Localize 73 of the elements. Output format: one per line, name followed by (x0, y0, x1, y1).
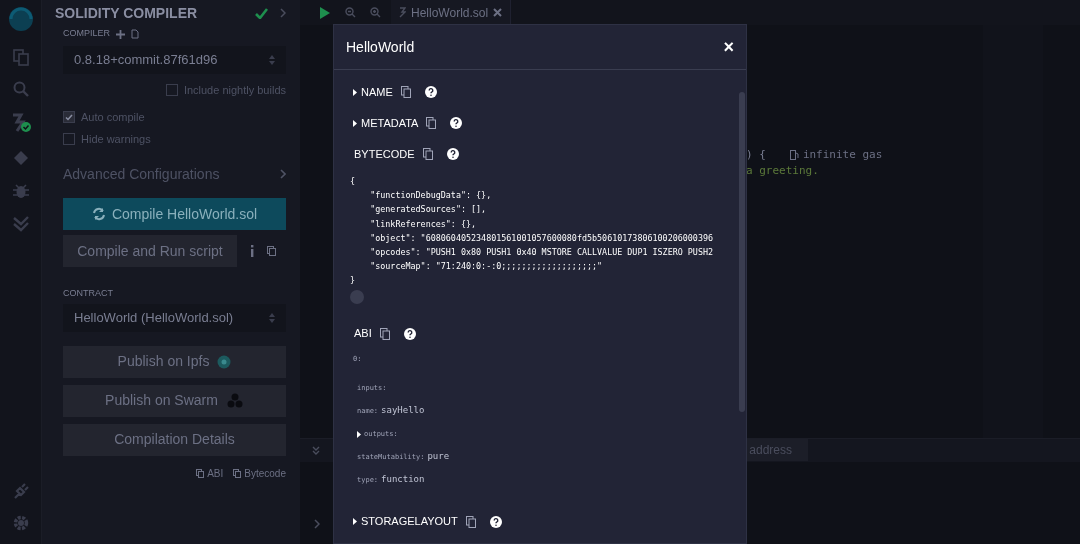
advanced-configurations-toggle[interactable]: Advanced Configurations (63, 163, 280, 185)
copy-icon (233, 468, 242, 478)
plus-icon[interactable] (116, 29, 125, 39)
bug-icon[interactable] (11, 182, 30, 200)
copy-link[interactable]: Bytecode (233, 465, 286, 481)
resize-handle[interactable] (350, 289, 364, 304)
checkbox[interactable] (165, 84, 178, 96)
double-check-icon[interactable] (11, 214, 30, 232)
compile-button[interactable]: Compile HelloWorld.sol (63, 198, 286, 230)
play-icon[interactable] (320, 6, 330, 19)
sort-arrows-icon (269, 312, 275, 323)
help-icon[interactable] (446, 148, 459, 160)
help-icon[interactable] (403, 327, 416, 340)
compiler-version-select[interactable]: 0.8.18+commit.87f61d96 (63, 46, 286, 74)
copy-link[interactable]: ABI (196, 465, 224, 481)
section-header[interactable]: ABI (350, 325, 730, 342)
chevron-right-icon[interactable] (280, 8, 286, 18)
zoom-in-icon[interactable] (370, 7, 381, 18)
caret-right-icon (353, 119, 357, 127)
contract-label: CONTRACT (63, 287, 114, 300)
double-chevron-down-icon[interactable] (312, 446, 320, 455)
help-icon[interactable] (424, 86, 437, 98)
copy-icon[interactable] (379, 327, 390, 340)
checkbox-label: Hide warnings (81, 131, 151, 147)
panel-title: SOLIDITY COMPILER (55, 3, 199, 23)
refresh-icon (91, 207, 106, 221)
scrollbar[interactable] (739, 92, 745, 412)
checkbox-label: Include nightly builds (183, 82, 286, 98)
section-header[interactable]: STORAGELAYOUT (350, 513, 730, 530)
section-header[interactable]: BYTECODE (350, 146, 730, 162)
action-button[interactable]: Publish on Ipfs (63, 345, 286, 378)
zoom-out-icon[interactable] (345, 7, 356, 18)
dialog-title: HelloWorld (346, 37, 416, 57)
gas-pump-icon (789, 150, 799, 161)
chevron-right-icon[interactable] (280, 169, 286, 179)
close-button[interactable]: × (723, 38, 734, 56)
copy-icon[interactable] (422, 148, 433, 160)
tree-value: sayHello (381, 404, 425, 418)
caret-right-icon[interactable] (357, 430, 361, 438)
checkbox-label: Auto compile (81, 109, 145, 125)
caret-right-icon (353, 88, 357, 96)
contract-select[interactable]: HelloWorld (HelloWorld.sol) (63, 303, 286, 332)
files-icon[interactable] (11, 48, 30, 66)
code-comment: a greeting. (746, 164, 819, 177)
gas-estimate: infinite gas (802, 147, 883, 163)
search-icon[interactable] (11, 80, 30, 98)
info-icon[interactable] (249, 245, 255, 257)
sort-arrows-icon (269, 55, 275, 65)
copy-icon[interactable] (465, 515, 476, 528)
tree-value: function (381, 473, 425, 487)
copy-icon[interactable] (267, 246, 276, 256)
checkbox[interactable] (63, 133, 75, 145)
compiler-label: COMPILER (63, 27, 110, 41)
caret-right-icon (353, 518, 357, 526)
checkbox[interactable] (63, 111, 75, 123)
check-icon (255, 7, 268, 19)
section-header[interactable]: METADATA (350, 115, 730, 131)
compile-and-run-button[interactable]: Compile and Run script (63, 235, 237, 267)
help-icon[interactable] (489, 515, 502, 528)
action-button[interactable]: Publish on Swarm (63, 384, 286, 417)
chevron-right-icon[interactable] (314, 519, 320, 529)
copy-icon (196, 468, 205, 478)
tree-value: pure (427, 450, 450, 464)
settings-icon[interactable] (11, 514, 30, 532)
help-icon[interactable] (450, 117, 463, 129)
bytecode-json: { "functionDebugData": {}, "generatedSources": [], "linkReferences": {}, "object": "608060405234801561001057600080fd5b50610173806100206000396 "opcodes": "PUSH1 0x80 PUSH1 0x40 MSTORE CALLVALUE DUP1 ISZERO PUSH2 "sourceMap": "71:240:0:-:0;;;;;;;;;;;;;;;;;;;" } (350, 175, 715, 288)
editor-tab[interactable]: HelloWorld.sol (391, 0, 512, 25)
code-text: ) { (746, 147, 766, 163)
section-header[interactable]: NAME (350, 84, 730, 100)
copy-icon[interactable] (400, 86, 411, 98)
copy-icon[interactable] (426, 117, 437, 129)
close-icon[interactable] (493, 8, 503, 17)
action-button[interactable]: Compilation Details (63, 423, 286, 456)
